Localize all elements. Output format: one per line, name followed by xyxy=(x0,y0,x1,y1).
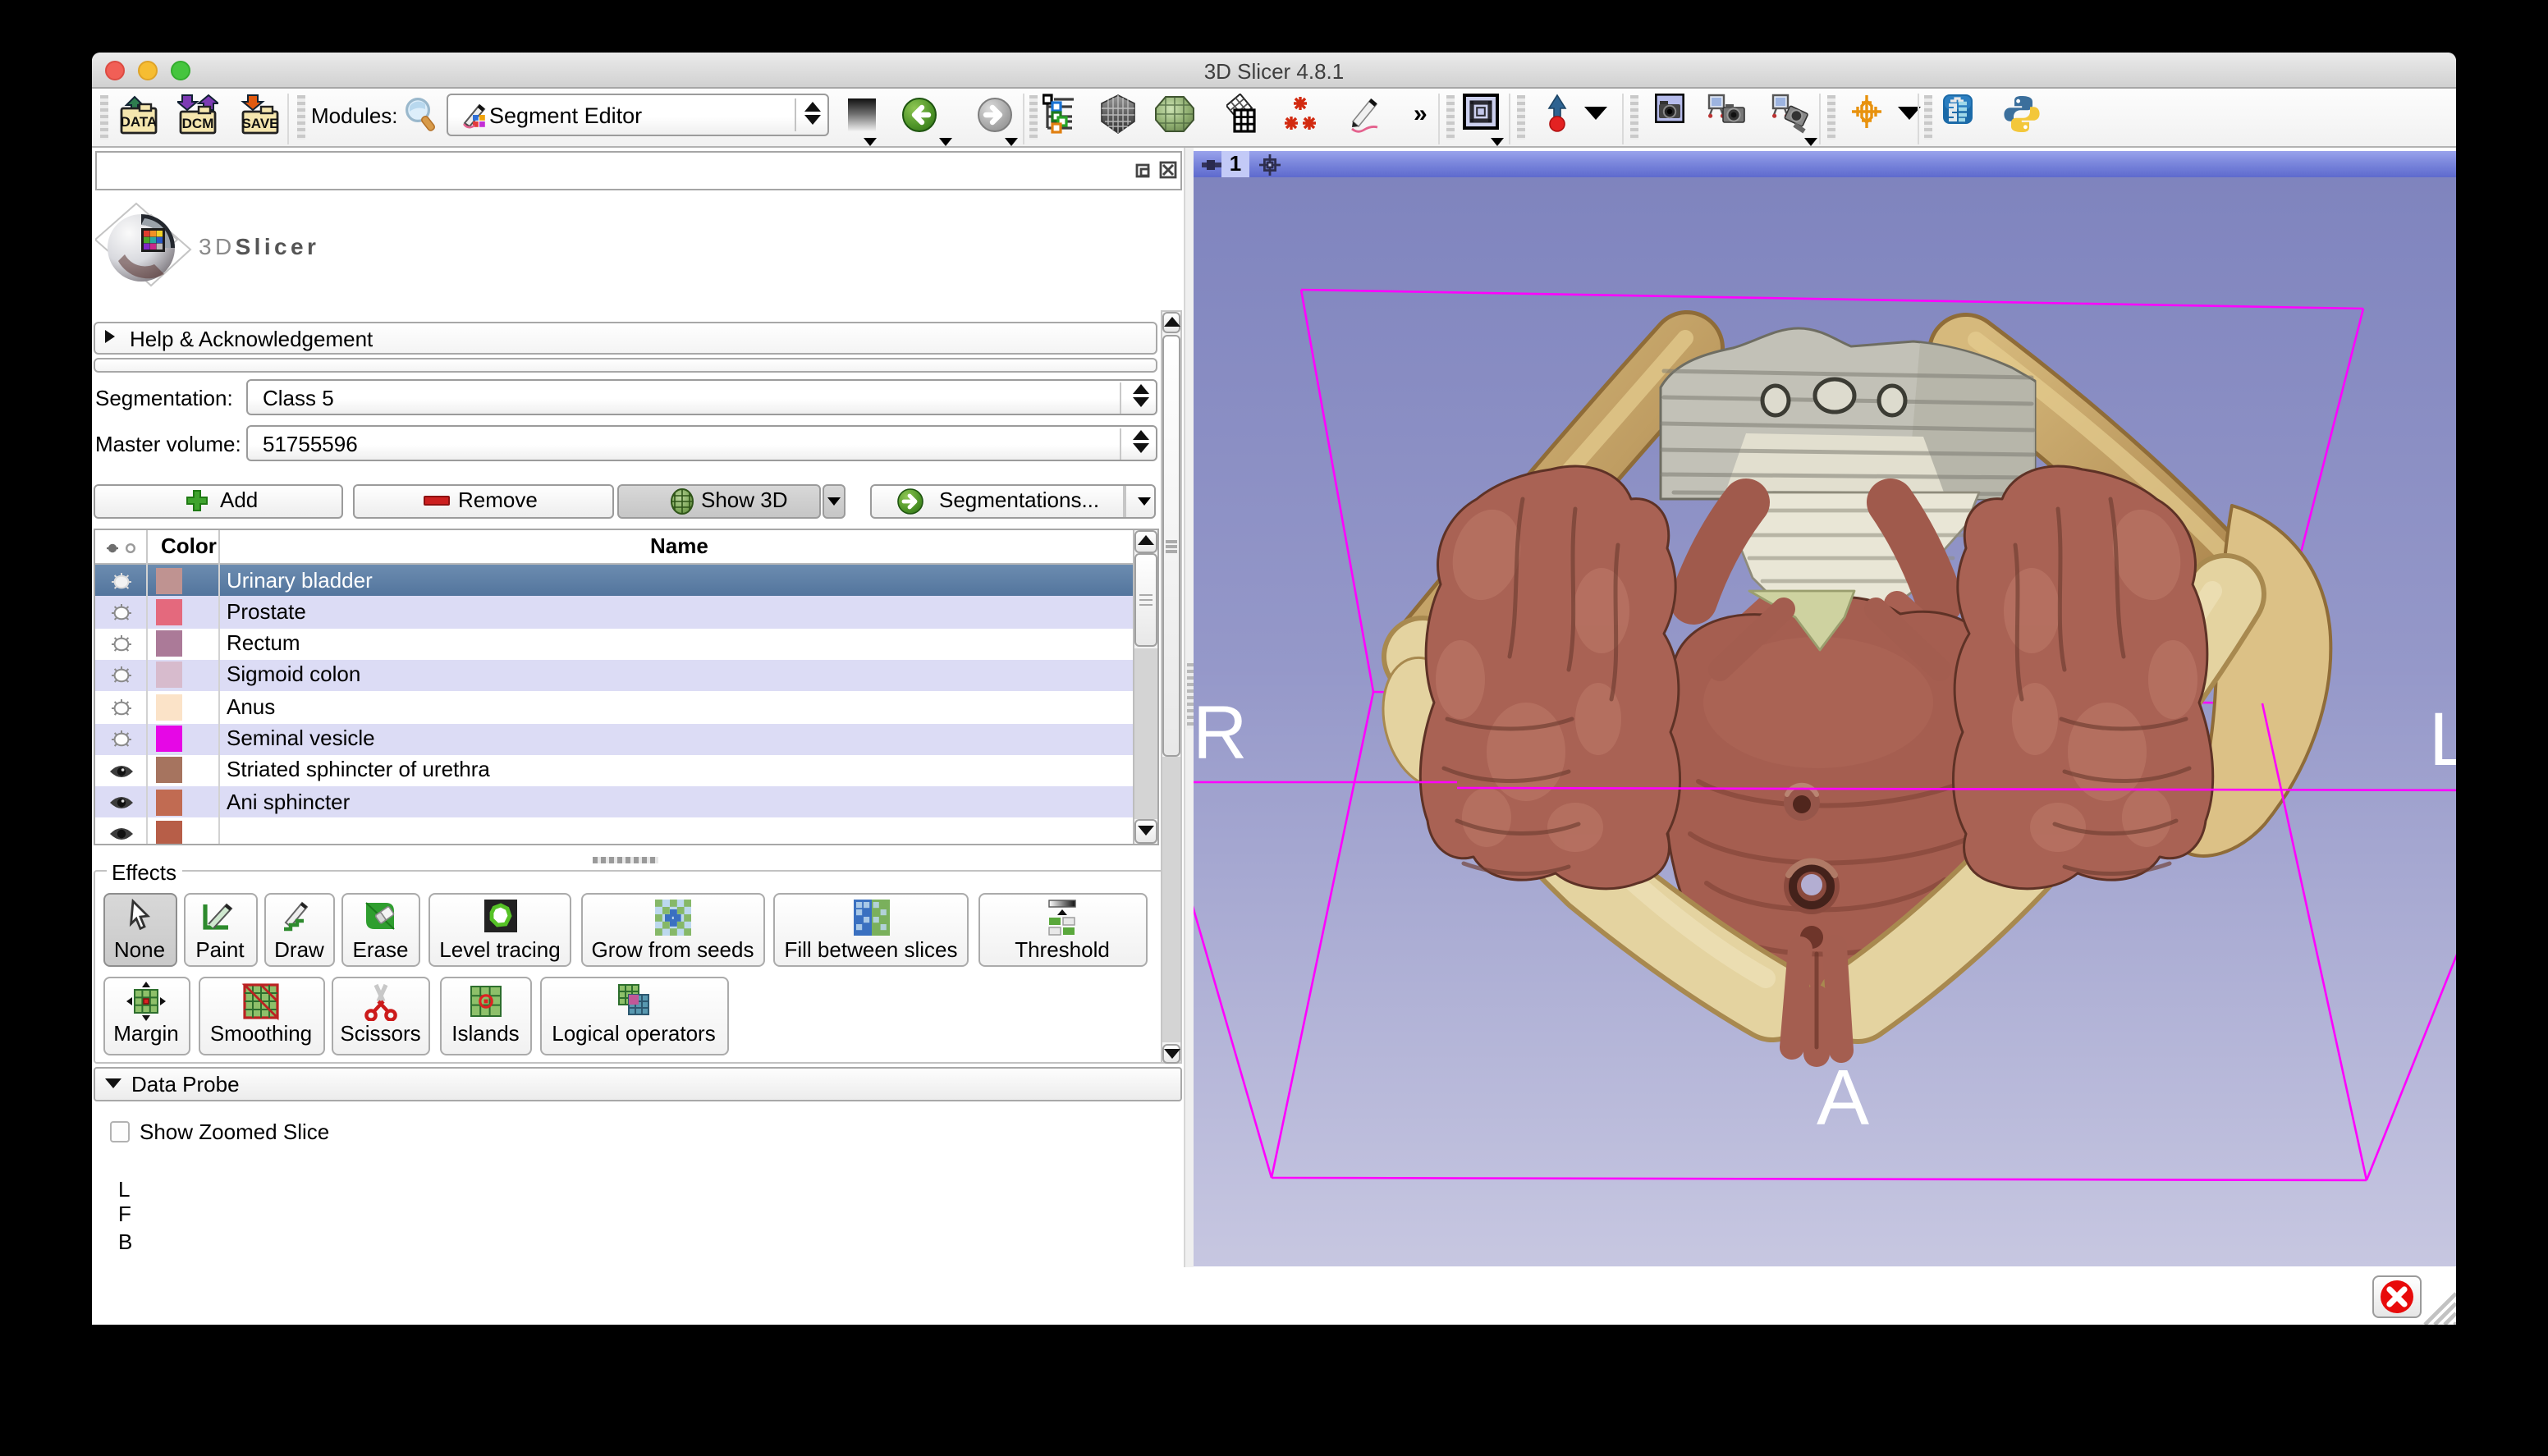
svg-text:SAVE: SAVE xyxy=(241,116,277,131)
svg-text:L: L xyxy=(2429,698,2456,781)
svg-text:R: R xyxy=(1194,691,1247,775)
svg-text:DCM: DCM xyxy=(181,116,213,131)
svg-text:A: A xyxy=(1817,1054,1869,1142)
svg-text:DATA: DATA xyxy=(121,114,158,130)
